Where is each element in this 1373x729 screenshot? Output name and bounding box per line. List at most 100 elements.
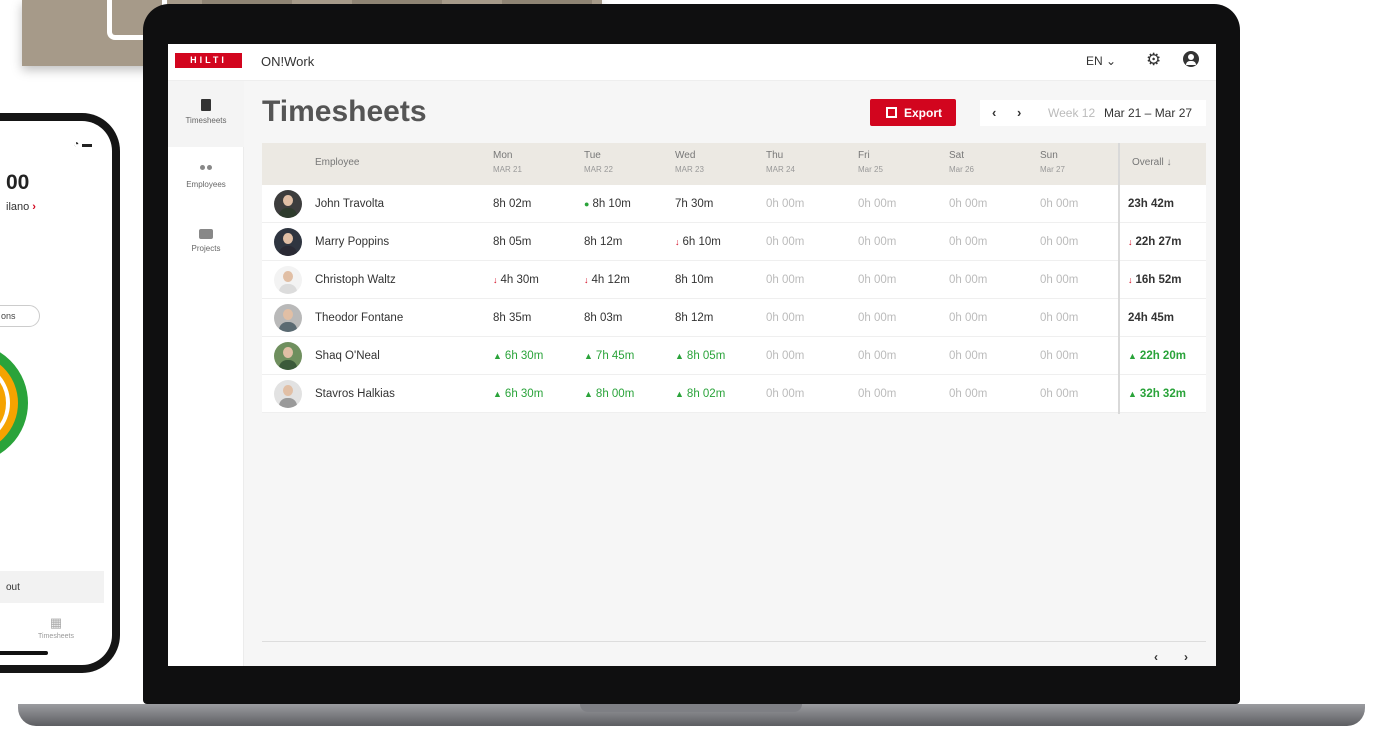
- column-header-thu[interactable]: Thu MAR 24: [766, 150, 795, 174]
- people-icon: [199, 165, 213, 175]
- column-header-tue[interactable]: Tue MAR 22: [584, 150, 613, 174]
- lock-icon: ▲: [584, 351, 593, 361]
- column-header-wed[interactable]: Wed MAR 23: [675, 150, 704, 174]
- time-cell[interactable]: 0h 00m: [766, 274, 804, 286]
- time-cell[interactable]: 0h 00m: [766, 312, 804, 324]
- sidebar-item-employees[interactable]: Employees: [168, 165, 244, 189]
- table-footer: ‹ ›: [262, 641, 1206, 666]
- column-header-sat[interactable]: Sat Mar 26: [949, 150, 974, 174]
- overall-total: ↓ 16h 52m: [1128, 274, 1182, 286]
- time-cell[interactable]: ▲ 6h 30m: [493, 350, 543, 362]
- phone-pill-button[interactable]: ons: [0, 305, 40, 327]
- table-row[interactable]: Theodor Fontane 8h 35m 8h 03m 8h 12m 0h 00m 0…: [262, 299, 1206, 337]
- column-header-sun[interactable]: Sun Mar 27: [1040, 150, 1065, 174]
- gear-icon[interactable]: ⚙: [1146, 50, 1161, 70]
- time-cell[interactable]: 8h 02m: [493, 198, 531, 210]
- column-header-employee[interactable]: Employee: [315, 157, 359, 168]
- day-name: Sun: [1040, 150, 1058, 161]
- chevron-left-icon[interactable]: ‹: [992, 105, 996, 120]
- time-cell[interactable]: 0h 00m: [766, 198, 804, 210]
- chevron-left-icon[interactable]: ‹: [1154, 650, 1158, 664]
- overall-total: ↓ 22h 27m: [1128, 236, 1182, 248]
- time-cell[interactable]: ▲ 8h 05m: [675, 350, 725, 362]
- phone-list-row[interactable]: out: [0, 571, 104, 603]
- time-cell[interactable]: 0h 00m: [766, 350, 804, 362]
- overall-value: 32h 32m: [1139, 388, 1186, 400]
- time-cell[interactable]: 0h 00m: [858, 198, 896, 210]
- time-cell[interactable]: ● 8h 10m: [584, 198, 631, 210]
- chevron-right-icon[interactable]: ›: [1184, 650, 1188, 664]
- overall-total: 24h 45m: [1128, 312, 1174, 324]
- time-cell[interactable]: 8h 12m: [584, 236, 622, 248]
- time-cell[interactable]: 0h 00m: [858, 274, 896, 286]
- table-row[interactable]: Christoph Waltz ↓ 4h 30m ↓ 4h 12m 8h 10m 0h 00…: [262, 261, 1206, 299]
- column-header-overall[interactable]: Overall ↓: [1132, 157, 1171, 168]
- time-value: 0h 00m: [1040, 198, 1079, 210]
- time-cell[interactable]: 0h 00m: [858, 388, 896, 400]
- time-cell[interactable]: 0h 00m: [1040, 350, 1078, 362]
- export-button[interactable]: Export: [870, 99, 956, 126]
- time-cell[interactable]: 0h 00m: [949, 198, 987, 210]
- phone-tab-timesheets[interactable]: ▦ Timesheets: [26, 615, 86, 640]
- time-cell[interactable]: 8h 35m: [493, 312, 531, 324]
- time-cell[interactable]: 0h 00m: [858, 350, 896, 362]
- overall-total: 23h 42m: [1128, 198, 1174, 210]
- sidebar-item-timesheets[interactable]: Timesheets: [168, 81, 244, 147]
- time-cell[interactable]: 0h 00m: [858, 312, 896, 324]
- home-indicator: [0, 651, 48, 655]
- time-value: 0h 00m: [949, 198, 988, 210]
- time-value: 0h 00m: [1040, 388, 1079, 400]
- time-cell[interactable]: 7h 30m: [675, 198, 713, 210]
- table-row[interactable]: John Travolta 8h 02m ● 8h 10m 7h 30m 0h 00m 0h…: [262, 185, 1206, 223]
- time-cell[interactable]: 8h 03m: [584, 312, 622, 324]
- time-cell[interactable]: 0h 00m: [949, 236, 987, 248]
- time-cell[interactable]: 0h 00m: [949, 388, 987, 400]
- time-value: 4h 12m: [591, 274, 630, 286]
- day-date: MAR 23: [675, 165, 704, 174]
- time-cell[interactable]: 0h 00m: [1040, 388, 1078, 400]
- time-cell[interactable]: 0h 00m: [1040, 236, 1078, 248]
- time-cell[interactable]: 0h 00m: [1040, 274, 1078, 286]
- time-cell[interactable]: 0h 00m: [1040, 312, 1078, 324]
- user-account-icon[interactable]: [1183, 51, 1199, 67]
- time-cell[interactable]: ▲ 8h 02m: [675, 388, 725, 400]
- time-cell[interactable]: 0h 00m: [949, 274, 987, 286]
- language-selector[interactable]: EN ⌄: [1086, 54, 1116, 68]
- employee-name: Stavros Halkias: [315, 388, 395, 400]
- time-cell[interactable]: 0h 00m: [1040, 198, 1078, 210]
- time-cell[interactable]: 0h 00m: [949, 312, 987, 324]
- avatar: [274, 228, 302, 256]
- table-row[interactable]: Marry Poppins 8h 05m 8h 12m ↓ 6h 10m 0h 00m 0h…: [262, 223, 1206, 261]
- time-value: 0h 00m: [949, 236, 988, 248]
- time-cell[interactable]: 0h 00m: [949, 350, 987, 362]
- time-value: 0h 00m: [766, 388, 805, 400]
- sidebar-item-projects[interactable]: Projects: [168, 229, 244, 253]
- overall-value: 22h 27m: [1135, 236, 1182, 248]
- time-value: 6h 30m: [504, 350, 544, 362]
- time-value: 8h 35m: [493, 312, 532, 324]
- chevron-right-icon[interactable]: ›: [1017, 105, 1021, 120]
- time-cell[interactable]: ▲ 6h 30m: [493, 388, 543, 400]
- table-row[interactable]: Stavros Halkias ▲ 6h 30m ▲ 8h 00m ▲ 8h 02m 0h 0…: [262, 375, 1206, 413]
- hilti-logo[interactable]: HILTI: [175, 53, 242, 68]
- overall-value: 22h 20m: [1139, 350, 1186, 362]
- time-value: 0h 00m: [766, 312, 805, 324]
- time-cell[interactable]: ↓ 6h 10m: [675, 236, 721, 248]
- time-cell[interactable]: 0h 00m: [858, 236, 896, 248]
- time-cell[interactable]: 8h 05m: [493, 236, 531, 248]
- time-cell[interactable]: ▲ 7h 45m: [584, 350, 634, 362]
- column-header-fri[interactable]: Fri Mar 25: [858, 150, 883, 174]
- table-row[interactable]: Shaq O'Neal ▲ 6h 30m ▲ 7h 45m ▲ 8h 05m 0h 00m 0h…: [262, 337, 1206, 375]
- phone-location[interactable]: ilano ›: [6, 201, 36, 213]
- time-cell[interactable]: 0h 00m: [766, 236, 804, 248]
- time-cell[interactable]: ▲ 8h 00m: [584, 388, 634, 400]
- time-value: 0h 00m: [858, 312, 897, 324]
- time-cell[interactable]: 8h 10m: [675, 274, 713, 286]
- column-header-mon[interactable]: Mon MAR 21: [493, 150, 522, 174]
- status-dot-icon: ●: [584, 199, 590, 209]
- time-cell[interactable]: ↓ 4h 12m: [584, 274, 630, 286]
- time-value: 8h 12m: [675, 312, 714, 324]
- time-cell[interactable]: 0h 00m: [766, 388, 804, 400]
- time-cell[interactable]: ↓ 4h 30m: [493, 274, 539, 286]
- time-cell[interactable]: 8h 12m: [675, 312, 713, 324]
